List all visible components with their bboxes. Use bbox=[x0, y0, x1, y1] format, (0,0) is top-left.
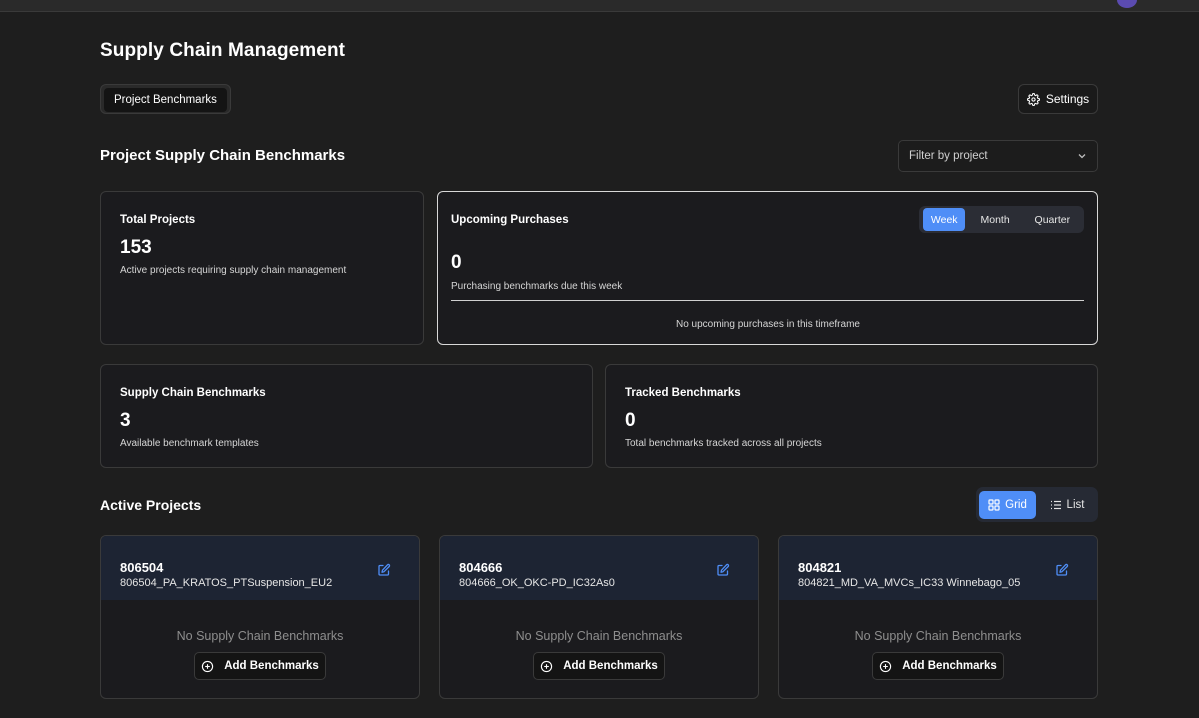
benchmarks-section-title: Project Supply Chain Benchmarks bbox=[100, 147, 346, 164]
list-icon bbox=[1050, 499, 1062, 511]
grid-view-label: Grid bbox=[1005, 498, 1027, 511]
add-benchmarks-button[interactable]: Add Benchmarks bbox=[194, 652, 326, 680]
project-id: 804821 bbox=[798, 560, 842, 575]
project-card: 804666 804666_OK_OKC-PD_IC32As0 No Suppl… bbox=[439, 535, 759, 699]
project-card-header: 804821 804821_MD_VA_MVCs_IC33 Winnebago_… bbox=[779, 536, 1097, 600]
view-mode-toggle: Grid List bbox=[976, 487, 1098, 522]
upcoming-purchases-label: Upcoming Purchases bbox=[451, 214, 569, 226]
list-view-button[interactable]: List bbox=[1040, 491, 1094, 519]
project-empty-text: No Supply Chain Benchmarks bbox=[176, 629, 344, 643]
project-name: 806504_PA_KRATOS_PTSuspension_EU2 bbox=[120, 577, 333, 589]
list-view-label: List bbox=[1066, 498, 1085, 511]
chevron-down-icon bbox=[1077, 151, 1087, 161]
active-projects-title: Active Projects bbox=[100, 497, 202, 513]
upcoming-purchases-value: 0 bbox=[451, 252, 462, 273]
supply-chain-benchmarks-label: Supply Chain Benchmarks bbox=[120, 387, 266, 399]
upcoming-empty-message: No upcoming purchases in this timeframe bbox=[676, 319, 860, 330]
tab-list: Project Benchmarks bbox=[100, 84, 231, 114]
project-empty-text: No Supply Chain Benchmarks bbox=[515, 629, 683, 643]
project-id: 806504 bbox=[120, 560, 164, 575]
add-benchmarks-button[interactable]: Add Benchmarks bbox=[872, 652, 1004, 680]
avatar[interactable] bbox=[1117, 0, 1137, 8]
timeframe-month[interactable]: Month bbox=[967, 208, 1022, 231]
plus-circle-icon bbox=[879, 660, 892, 673]
page-title: Supply Chain Management bbox=[100, 40, 346, 61]
supply-chain-benchmarks-card: Supply Chain Benchmarks 3 Available benc… bbox=[100, 364, 593, 468]
timeframe-week[interactable]: Week bbox=[923, 208, 966, 231]
upcoming-purchases-description: Purchasing benchmarks due this week bbox=[451, 281, 623, 292]
edit-icon[interactable] bbox=[1055, 563, 1069, 577]
add-benchmarks-label: Add Benchmarks bbox=[224, 660, 319, 672]
tab-project-benchmarks[interactable]: Project Benchmarks bbox=[104, 88, 227, 112]
project-filter-select[interactable]: Filter by project bbox=[898, 140, 1098, 172]
project-card: 806504 806504_PA_KRATOS_PTSuspension_EU2… bbox=[100, 535, 420, 699]
tracked-benchmarks-card: Tracked Benchmarks 0 Total benchmarks tr… bbox=[605, 364, 1098, 468]
total-projects-description: Active projects requiring supply chain m… bbox=[120, 265, 347, 276]
add-benchmarks-label: Add Benchmarks bbox=[902, 660, 997, 672]
top-bar bbox=[0, 0, 1199, 12]
project-name: 804821_MD_VA_MVCs_IC33 Winnebago_05 bbox=[798, 577, 1021, 589]
supply-chain-benchmarks-description: Available benchmark templates bbox=[120, 438, 259, 449]
total-projects-value: 153 bbox=[120, 237, 152, 258]
grid-view-button[interactable]: Grid bbox=[979, 490, 1036, 519]
grid-icon bbox=[988, 498, 1000, 511]
total-projects-card: Total Projects 153 Active projects requi… bbox=[100, 191, 424, 345]
add-benchmarks-label: Add Benchmarks bbox=[563, 660, 658, 672]
divider bbox=[451, 300, 1084, 301]
edit-icon[interactable] bbox=[377, 563, 391, 577]
settings-button[interactable]: Settings bbox=[1018, 84, 1098, 114]
tracked-benchmarks-description: Total benchmarks tracked across all proj… bbox=[625, 438, 822, 449]
tracked-benchmarks-value: 0 bbox=[625, 410, 636, 431]
project-empty-text: No Supply Chain Benchmarks bbox=[854, 629, 1022, 643]
plus-circle-icon bbox=[201, 660, 214, 673]
total-projects-label: Total Projects bbox=[120, 214, 196, 226]
edit-icon[interactable] bbox=[716, 563, 730, 577]
project-name: 804666_OK_OKC-PD_IC32As0 bbox=[459, 577, 615, 589]
supply-chain-benchmarks-value: 3 bbox=[120, 410, 131, 431]
project-id: 804666 bbox=[459, 560, 503, 575]
timeframe-toggle: Week Month Quarter bbox=[919, 206, 1084, 233]
project-card-header: 804666 804666_OK_OKC-PD_IC32As0 bbox=[440, 536, 758, 600]
filter-placeholder: Filter by project bbox=[909, 150, 988, 162]
tracked-benchmarks-label: Tracked Benchmarks bbox=[625, 387, 741, 399]
gear-icon bbox=[1026, 92, 1040, 106]
plus-circle-icon bbox=[540, 660, 553, 673]
project-card-header: 806504 806504_PA_KRATOS_PTSuspension_EU2 bbox=[101, 536, 419, 600]
project-card: 804821 804821_MD_VA_MVCs_IC33 Winnebago_… bbox=[778, 535, 1098, 699]
timeframe-quarter[interactable]: Quarter bbox=[1025, 208, 1080, 231]
add-benchmarks-button[interactable]: Add Benchmarks bbox=[533, 652, 665, 680]
settings-label: Settings bbox=[1045, 92, 1090, 106]
